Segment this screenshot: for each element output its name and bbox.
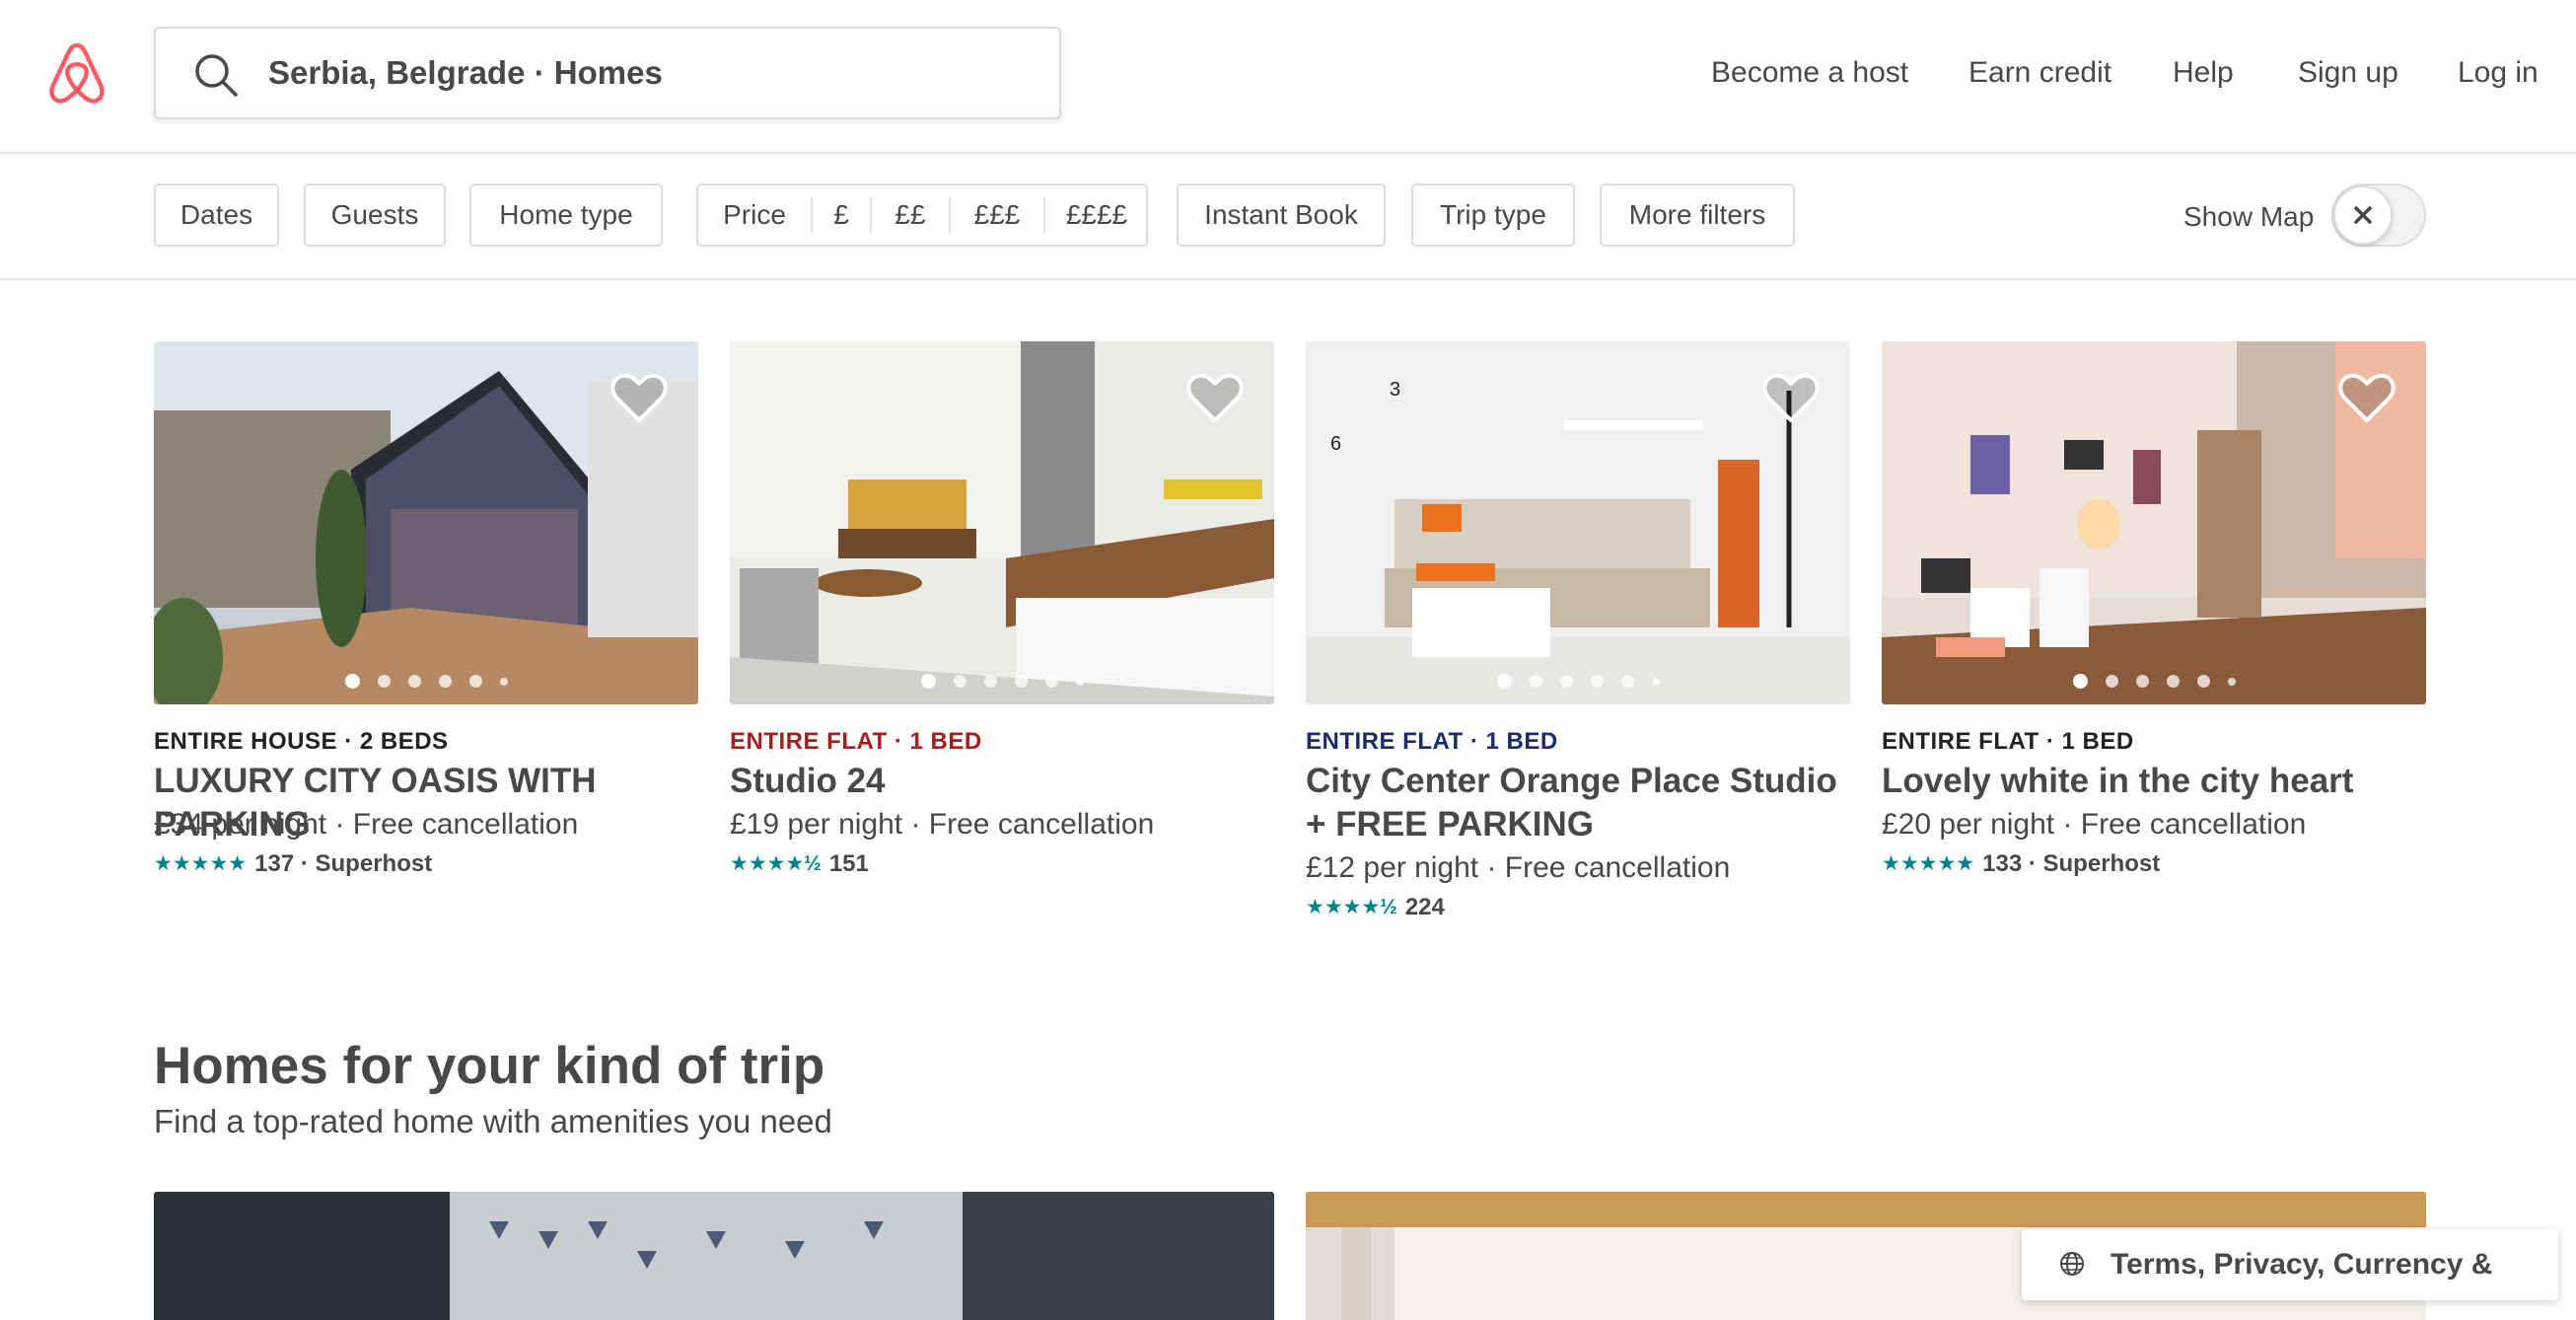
listing-photo[interactable]: [154, 341, 698, 704]
listing-rating: ★★★★½ 224: [1306, 893, 1445, 922]
heart-icon[interactable]: [609, 371, 669, 424]
price-option-2[interactable]: ££: [872, 185, 949, 245]
listing-price: £20 per night · Free cancellation: [1882, 808, 2307, 841]
price-option-3[interactable]: £££: [951, 185, 1043, 245]
star-rating-icon: ★★★★★: [1882, 852, 1975, 875]
star-rating-icon: ★★★★½: [730, 852, 822, 875]
carousel-dot[interactable]: [1590, 675, 1604, 688]
trip-type-filter-button[interactable]: Trip type: [1411, 183, 1575, 247]
listing-type: ENTIRE FLAT · 1 BED: [1306, 728, 1558, 755]
carousel-dot[interactable]: [1529, 675, 1542, 688]
heart-icon[interactable]: [2337, 371, 2397, 424]
family-trip-image: [154, 1192, 1274, 1320]
listing-type: ENTIRE FLAT · 1 BED: [1882, 728, 2134, 755]
carousel-dot[interactable]: [983, 675, 997, 688]
price-filter-group: Price £ ££ £££ ££££: [696, 183, 1148, 247]
carousel-dot[interactable]: [920, 674, 936, 689]
carousel-dot[interactable]: [2166, 675, 2180, 688]
log-in-link[interactable]: Log in: [2458, 0, 2539, 146]
close-icon: [2354, 206, 2372, 224]
carousel-dot[interactable]: [2135, 675, 2149, 688]
listing-title[interactable]: Lovely white in the city heart: [1882, 760, 2434, 803]
carousel-dot[interactable]: [468, 675, 482, 688]
carousel-dot[interactable]: [344, 674, 360, 689]
carousel-dot[interactable]: [2227, 677, 2236, 686]
carousel-dot[interactable]: [1014, 675, 1028, 688]
filter-bar: Dates Guests Home type Price £ ££ £££ ££…: [0, 154, 2576, 280]
star-rating-icon: ★★★★½: [1306, 896, 1397, 918]
price-option-4[interactable]: ££££: [1045, 185, 1148, 245]
carousel-dot[interactable]: [407, 675, 421, 688]
listing-rating: ★★★★½ 151: [730, 849, 869, 879]
carousel-dot[interactable]: [377, 675, 391, 688]
show-map-label: Show Map: [2183, 201, 2315, 232]
carousel-dot[interactable]: [1651, 677, 1660, 686]
carousel-dot[interactable]: [953, 675, 966, 688]
star-rating-icon: ★★★★★: [154, 852, 248, 875]
more-filters-button[interactable]: More filters: [1600, 183, 1795, 247]
terms-privacy-button[interactable]: Terms, Privacy, Currency & More: [2022, 1229, 2558, 1320]
listing-photo[interactable]: [1882, 341, 2426, 704]
carousel-dot[interactable]: [1075, 677, 1084, 686]
terms-privacy-label: Terms, Privacy, Currency & More: [2111, 1248, 2493, 1320]
dates-filter-button[interactable]: Dates: [154, 183, 279, 247]
earn-credit-link[interactable]: Earn credit: [1968, 0, 2111, 146]
listing-title[interactable]: City Center Orange Place Studio + FREE P…: [1306, 760, 1858, 846]
listing-type: ENTIRE HOUSE · 2 BEDS: [154, 728, 449, 755]
review-count: 151: [828, 850, 869, 877]
carousel-dot[interactable]: [2105, 675, 2118, 688]
photo-carousel-dots[interactable]: [730, 674, 1274, 689]
carousel-dot[interactable]: [1496, 674, 1512, 689]
photo-carousel-dots[interactable]: [1306, 674, 1850, 689]
home-type-filter-button[interactable]: Home type: [469, 183, 663, 247]
heart-icon[interactable]: [1761, 371, 1821, 424]
toggle-knob: [2333, 185, 2393, 245]
airbnb-logo-icon[interactable]: [46, 41, 107, 105]
carousel-dot[interactable]: [1559, 675, 1573, 688]
become-a-host-link[interactable]: Become a host: [1711, 0, 1908, 146]
carousel-dot[interactable]: [2196, 675, 2210, 688]
carousel-dot[interactable]: [499, 677, 508, 686]
carousel-dot[interactable]: [1620, 675, 1634, 688]
svg-text:6: 6: [1330, 433, 1341, 455]
listing-price: £34 per night · Free cancellation: [154, 808, 579, 841]
sign-up-link[interactable]: Sign up: [2298, 0, 2398, 146]
globe-icon: [2060, 1252, 2084, 1276]
listing-photo[interactable]: 3 6: [1306, 341, 1850, 704]
section-subtitle: Find a top-rated home with amenities you…: [154, 1103, 832, 1139]
listing-title[interactable]: Studio 24: [730, 760, 1282, 803]
photo-carousel-dots[interactable]: [154, 674, 698, 689]
heart-icon[interactable]: [1185, 371, 1245, 424]
instant-book-filter-button[interactable]: Instant Book: [1177, 183, 1386, 247]
trip-category-card[interactable]: [154, 1192, 1274, 1320]
help-link[interactable]: Help: [2173, 0, 2234, 146]
search-icon: [195, 54, 238, 97]
listing-rating: ★★★★★ 133 · Superhost: [1882, 849, 2160, 879]
section-title: Homes for your kind of trip: [154, 1037, 825, 1095]
listing-price: £19 per night · Free cancellation: [730, 808, 1155, 841]
listing-price: £12 per night · Free cancellation: [1306, 851, 1731, 884]
price-option-1[interactable]: £: [813, 185, 870, 245]
listing-photo[interactable]: [730, 341, 1274, 704]
listing-type: ENTIRE FLAT · 1 BED: [730, 728, 982, 755]
search-bar[interactable]: Serbia, Belgrade · Homes: [154, 27, 1061, 119]
carousel-dot[interactable]: [1044, 675, 1058, 688]
review-count: 133 · Superhost: [1982, 850, 2161, 877]
carousel-dot[interactable]: [438, 675, 452, 688]
svg-text:3: 3: [1390, 379, 1400, 401]
top-header: Serbia, Belgrade · Homes Become a host E…: [0, 0, 2576, 154]
carousel-dot[interactable]: [2072, 674, 2088, 689]
photo-carousel-dots[interactable]: [1882, 674, 2426, 689]
show-map-toggle[interactable]: [2331, 183, 2426, 247]
review-count: 224: [1404, 894, 1445, 920]
review-count: 137 · Superhost: [254, 850, 433, 877]
search-input[interactable]: Serbia, Belgrade · Homes: [268, 29, 663, 117]
price-filter-label: Price: [723, 199, 786, 230]
guests-filter-button[interactable]: Guests: [304, 183, 446, 247]
listing-rating: ★★★★★ 137 · Superhost: [154, 849, 432, 879]
